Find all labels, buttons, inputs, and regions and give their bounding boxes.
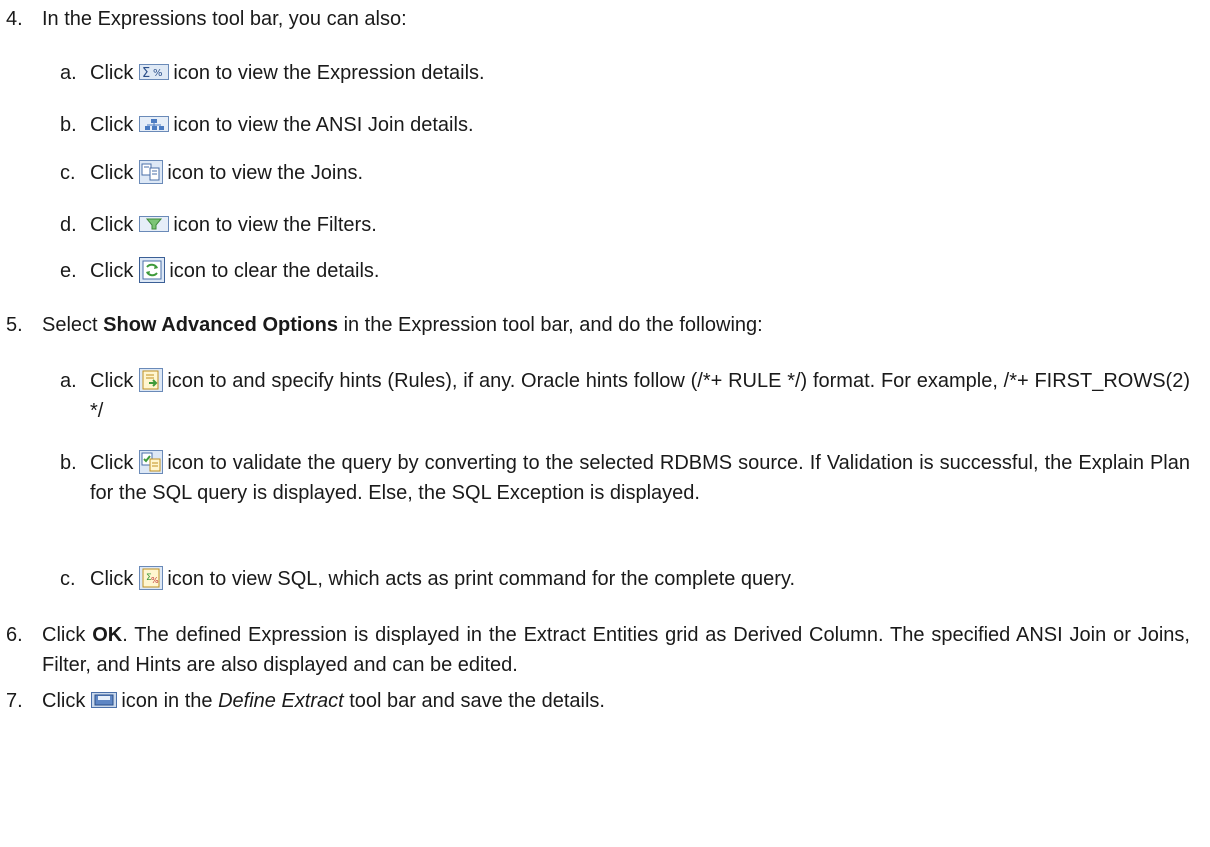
substep-letter: b. <box>60 114 77 136</box>
view-sql-icon: Σ% <box>139 565 164 590</box>
step-pre: Click <box>42 624 86 646</box>
step-number: 6. <box>6 624 23 646</box>
step-number: 7. <box>6 690 23 712</box>
step-post-2: tool bar and save the details. <box>349 690 605 712</box>
step-5c: c. Click Σ% icon to view SQL, which acts a… <box>60 564 1190 594</box>
step-number: 5. <box>6 314 23 336</box>
step-post: in the Expression tool bar, and do the f… <box>343 314 763 336</box>
substep-post: icon to view the Joins. <box>167 162 363 184</box>
substep-post: icon to validate the query by converting… <box>90 452 1190 504</box>
step-4b: b. Click icon to view the ANSI Join detai… <box>60 110 1190 140</box>
filter-icon <box>139 215 170 232</box>
save-icon <box>91 691 118 708</box>
substep-pre: Click <box>90 260 134 282</box>
substep-letter: a. <box>60 62 77 84</box>
step-post-1: icon in the <box>121 690 213 712</box>
step-post: . The defined Expression is displayed in… <box>42 624 1190 676</box>
substep-letter: a. <box>60 370 77 392</box>
step-4: 4. In the Expressions tool bar, you can … <box>6 4 1190 34</box>
joins-icon <box>139 159 164 184</box>
define-extract-label: Define Extract <box>218 690 344 712</box>
substep-post: icon to view the Expression details. <box>173 62 485 84</box>
substep-letter: c. <box>60 162 76 184</box>
substep-pre: Click <box>90 214 134 236</box>
substep-letter: d. <box>60 214 77 236</box>
substep-post: icon to view SQL, which acts as print co… <box>167 568 796 590</box>
step-number: 4. <box>6 8 23 30</box>
step-pre: Select <box>42 314 98 336</box>
svg-text:Σ: Σ <box>142 66 150 80</box>
step-5b: b. Click icon to validate the query by co… <box>60 448 1190 508</box>
ok-label: OK <box>92 624 123 646</box>
substep-letter: b. <box>60 452 77 474</box>
step-4d: d. Click icon to view the Filters. <box>60 210 1190 240</box>
substep-post: icon to clear the details. <box>169 260 380 282</box>
svg-text:%: % <box>151 576 159 585</box>
substep-pre: Click <box>90 452 134 474</box>
substep-letter: c. <box>60 568 76 590</box>
substep-pre: Click <box>90 62 134 84</box>
substep-pre: Click <box>90 114 134 136</box>
step-4e: e. Click icon to clear the details. <box>60 256 1190 286</box>
clear-icon <box>139 256 166 283</box>
step-4a: a. Click Σ% icon to view the Expression de… <box>60 58 1190 88</box>
step-text: In the Expressions tool bar, you can als… <box>42 8 407 30</box>
validate-icon <box>139 449 164 474</box>
step-5a: a. Click icon to and specify hints (Rules… <box>60 366 1190 426</box>
substep-letter: e. <box>60 260 77 282</box>
show-advanced-options-label: Show Advanced Options <box>103 314 338 336</box>
ansi-join-icon <box>139 115 170 132</box>
hints-icon <box>139 367 164 392</box>
substep-pre: Click <box>90 162 134 184</box>
svg-text:%: % <box>153 68 163 79</box>
step-pre: Click <box>42 690 86 712</box>
substep-post: icon to view the Filters. <box>173 214 377 236</box>
substep-pre: Click <box>90 370 134 392</box>
step-4c: c. Click icon to view the Joins. <box>60 158 1190 188</box>
substep-post: icon to and specify hints (Rules), if an… <box>90 370 1190 422</box>
step-6: 6. Click OK. The defined Expression is d… <box>6 620 1190 680</box>
substep-pre: Click <box>90 568 134 590</box>
step-5: 5. Select Show Advanced Options in the E… <box>6 310 1190 340</box>
step-7: 7. Click icon in the Define Extract tool … <box>6 686 1190 716</box>
expression-icon: Σ% <box>139 63 170 80</box>
substep-post: icon to view the ANSI Join details. <box>173 114 474 136</box>
